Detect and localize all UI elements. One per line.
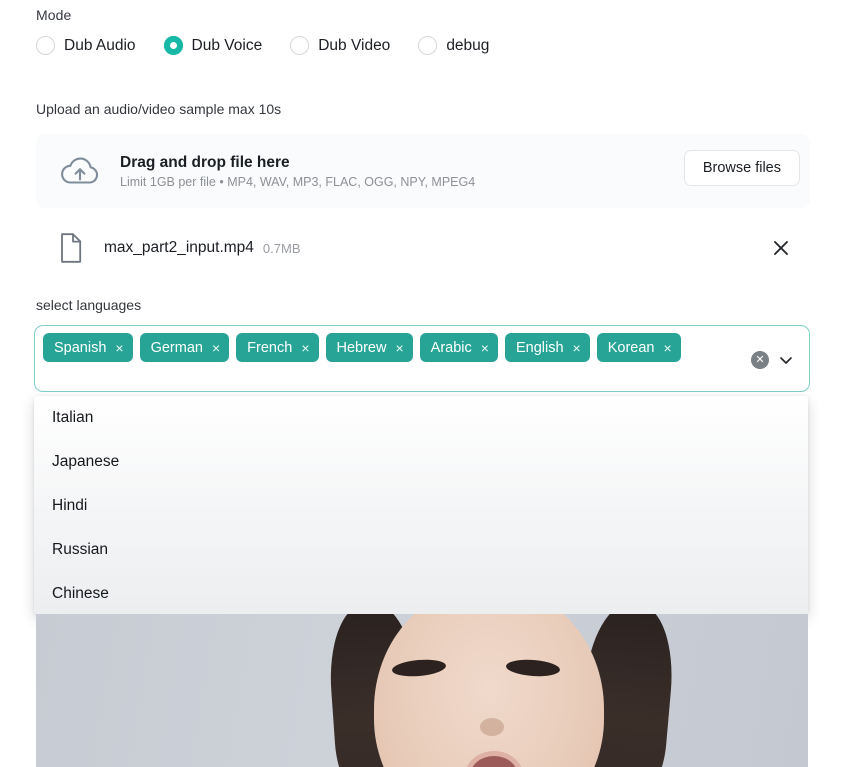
language-dropdown-menu[interactable]: Italian Japanese Hindi Russian Chinese bbox=[34, 396, 808, 614]
radio-mark-icon bbox=[290, 36, 310, 55]
chevron-down-icon[interactable] bbox=[776, 350, 796, 370]
radio-mark-icon bbox=[418, 36, 438, 55]
app-root: Mode Dub Audio Dub Voice Dub Video debug… bbox=[0, 0, 867, 767]
language-tag[interactable]: German × bbox=[139, 333, 230, 362]
tag-remove-icon[interactable]: × bbox=[395, 341, 403, 355]
language-tag-label: German bbox=[150, 339, 203, 356]
dropdown-option-chinese[interactable]: Chinese bbox=[34, 572, 808, 614]
radio-mark-icon bbox=[36, 36, 55, 55]
mode-label: Mode bbox=[36, 7, 72, 23]
uploaded-file-size: 0.7MB bbox=[262, 240, 301, 256]
language-tag-label: Spanish bbox=[54, 339, 107, 356]
browse-files-button[interactable]: Browse files bbox=[683, 150, 800, 186]
language-tag-label: Hebrew bbox=[336, 339, 387, 356]
video-subject-face bbox=[374, 614, 604, 767]
radio-dub-video[interactable]: Dub Video bbox=[290, 36, 390, 55]
dropdown-option-russian[interactable]: Russian bbox=[34, 528, 808, 572]
tag-remove-icon[interactable]: × bbox=[481, 341, 489, 355]
radio-dub-audio[interactable]: Dub Audio bbox=[36, 36, 136, 55]
radio-mark-selected-icon bbox=[163, 36, 183, 55]
close-icon[interactable] bbox=[770, 237, 792, 259]
radio-label: Dub Video bbox=[318, 36, 391, 54]
uploaded-file-row: max_part2_input.mp4 0.7MB bbox=[36, 222, 810, 274]
radio-label: debug bbox=[446, 36, 490, 54]
selected-language-tags: Spanish × German × French × Hebrew × Ara… bbox=[43, 333, 743, 362]
cloud-upload-icon bbox=[58, 151, 102, 191]
video-subject-nose bbox=[480, 718, 504, 736]
uploader-limits: Limit 1GB per file • MP4, WAV, MP3, FLAC… bbox=[120, 174, 476, 189]
radio-label: Dub Voice bbox=[191, 36, 263, 54]
file-icon bbox=[58, 233, 84, 263]
tag-remove-icon[interactable]: × bbox=[573, 341, 581, 355]
mode-radio-group: Dub Audio Dub Voice Dub Video debug bbox=[36, 36, 517, 55]
language-tag[interactable]: Spanish × bbox=[43, 333, 133, 362]
tag-remove-icon[interactable]: × bbox=[301, 341, 309, 355]
language-tag[interactable]: Hebrew × bbox=[325, 333, 413, 362]
uploaded-file-name: max_part2_input.mp4 bbox=[104, 239, 254, 256]
language-multiselect[interactable]: Spanish × German × French × Hebrew × Ara… bbox=[34, 325, 810, 392]
dropdown-option-japanese[interactable]: Japanese bbox=[34, 440, 808, 484]
language-tag[interactable]: French × bbox=[236, 333, 319, 362]
radio-dub-voice[interactable]: Dub Voice bbox=[163, 36, 263, 55]
clear-circle-icon[interactable]: ✕ bbox=[751, 351, 769, 369]
language-tag-label: Arabic bbox=[430, 339, 472, 356]
tag-remove-icon[interactable]: × bbox=[663, 341, 671, 355]
uploader-title: Drag and drop file here bbox=[120, 153, 290, 171]
language-tag[interactable]: English × bbox=[504, 333, 590, 362]
select-languages-label: select languages bbox=[36, 297, 142, 313]
file-uploader-dropzone[interactable]: Drag and drop file here Limit 1GB per fi… bbox=[36, 134, 810, 208]
tag-remove-icon[interactable]: × bbox=[212, 341, 220, 355]
radio-label: Dub Audio bbox=[64, 36, 136, 54]
language-tag[interactable]: Korean × bbox=[596, 333, 681, 362]
language-tag-label: French bbox=[247, 339, 293, 356]
language-tag-label: Korean bbox=[607, 339, 655, 356]
language-tag[interactable]: Arabic × bbox=[419, 333, 498, 362]
video-preview[interactable] bbox=[36, 614, 808, 767]
upload-caption: Upload an audio/video sample max 10s bbox=[36, 101, 282, 117]
uploader-text: Drag and drop file here Limit 1GB per fi… bbox=[120, 154, 475, 189]
dropdown-option-hindi[interactable]: Hindi bbox=[34, 484, 808, 528]
language-tag-label: English bbox=[515, 339, 564, 356]
dropdown-option-italian[interactable]: Italian bbox=[34, 396, 808, 440]
radio-debug[interactable]: debug bbox=[418, 36, 489, 55]
tag-remove-icon[interactable]: × bbox=[115, 341, 123, 355]
